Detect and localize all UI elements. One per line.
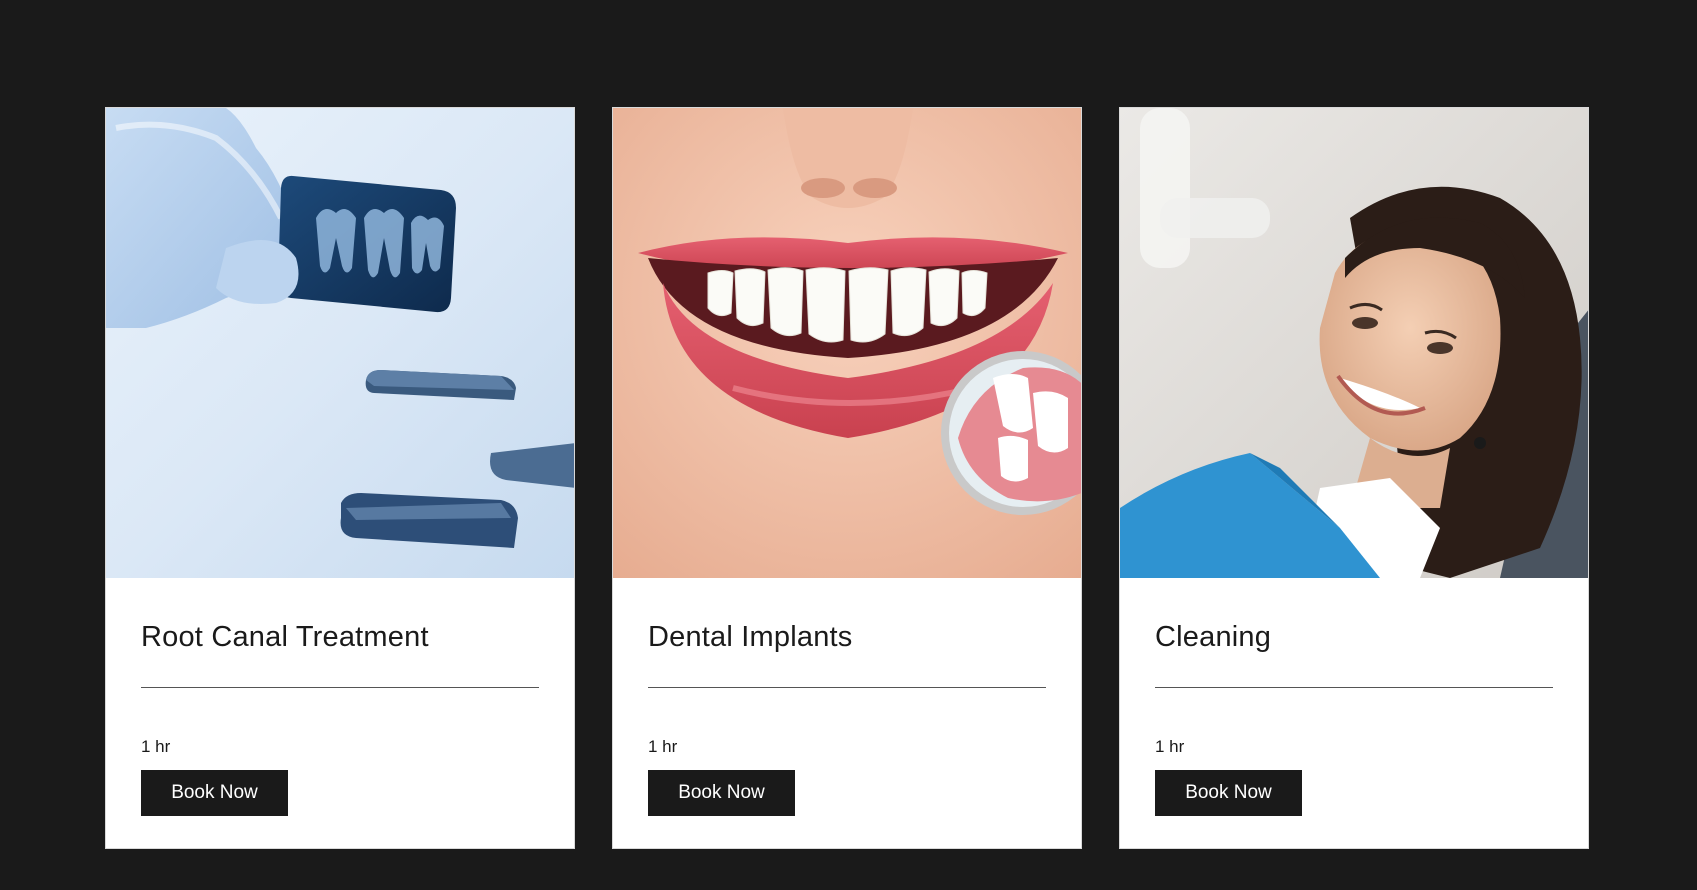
service-duration: 1 hr	[648, 737, 678, 756]
book-now-button[interactable]: Book Now	[648, 770, 795, 816]
service-card-cleaning: Cleaning 1 hr Book Now	[1119, 107, 1589, 849]
service-card-root-canal: Root Canal Treatment 1 hr Book Now	[105, 107, 575, 849]
service-image-smile[interactable]	[613, 108, 1081, 578]
service-title[interactable]: Dental Implants	[648, 621, 853, 654]
smile-with-dental-mirror-photo	[613, 108, 1081, 578]
service-title[interactable]: Root Canal Treatment	[141, 621, 429, 654]
service-duration: 1 hr	[141, 737, 171, 756]
service-duration: 1 hr	[1155, 737, 1185, 756]
divider	[648, 687, 1046, 688]
divider	[1155, 687, 1553, 688]
smiling-patient-photo	[1120, 108, 1588, 578]
dental-xray-photo	[106, 108, 574, 578]
services-page: Root Canal Treatment 1 hr Book Now Denta…	[0, 0, 1697, 890]
service-title[interactable]: Cleaning	[1155, 621, 1271, 654]
book-now-button[interactable]: Book Now	[141, 770, 288, 816]
service-card-body: Dental Implants 1 hr Book Now	[648, 578, 1046, 848]
divider	[141, 687, 539, 688]
service-card-body: Root Canal Treatment 1 hr Book Now	[141, 578, 539, 848]
service-card-body: Cleaning 1 hr Book Now	[1155, 578, 1553, 848]
service-image-patient[interactable]	[1120, 108, 1588, 578]
service-card-dental-implants: Dental Implants 1 hr Book Now	[612, 107, 1082, 849]
service-image-xray[interactable]	[106, 108, 574, 578]
book-now-button[interactable]: Book Now	[1155, 770, 1302, 816]
service-list: Root Canal Treatment 1 hr Book Now Denta…	[105, 107, 1589, 849]
